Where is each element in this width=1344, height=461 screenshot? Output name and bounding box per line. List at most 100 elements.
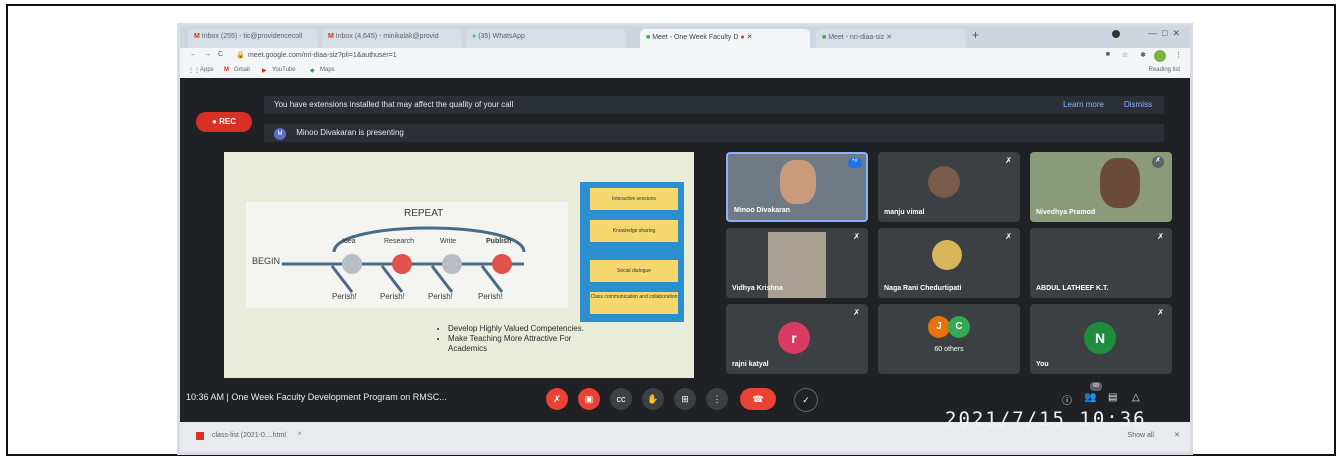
gmail-icon: M xyxy=(224,67,229,73)
participant-tile[interactable]: ✗ Naga Rani Chedurtipati xyxy=(878,228,1020,298)
card-knowledge: Knowledge sharing xyxy=(590,220,678,242)
profile-icon[interactable] xyxy=(1112,30,1120,38)
captions-button[interactable]: cc xyxy=(610,388,632,410)
participant-avatar: J xyxy=(928,316,950,338)
info-icon[interactable]: ⓘ xyxy=(1062,392,1072,407)
whatsapp-icon: ● xyxy=(472,33,477,40)
browser-tab-strip: M Inbox (255) - tic@providencecoll M Inb… xyxy=(180,26,1190,48)
presenting-text: Minoo Divakaran is presenting xyxy=(296,128,404,137)
raise-hand-button[interactable]: ✋ xyxy=(642,388,664,410)
new-tab-button[interactable]: + xyxy=(972,28,979,42)
extensions-icon[interactable]: ✱ xyxy=(1140,51,1146,59)
close-icon[interactable]: ✕ xyxy=(1174,431,1180,439)
step-idea: Idea xyxy=(342,238,356,245)
gmail-icon: M xyxy=(194,33,200,40)
participant-name: You xyxy=(1036,361,1049,368)
hand-icon: ✋ xyxy=(647,394,659,404)
participant-tile[interactable]: ✗ ABDUL LATHEEF K.T. xyxy=(1030,228,1172,298)
people-icon: 👥 xyxy=(1084,392,1097,403)
tab-meet-active[interactable]: ■ Meet - One Week Faculty D ● ✕ xyxy=(640,29,810,48)
tab-label: Meet - nri-diaa-siz xyxy=(828,34,885,41)
close-tab-icon[interactable]: ✕ xyxy=(747,34,753,41)
camera-icon[interactable]: ■ xyxy=(1106,51,1110,58)
participant-name: Vidhya Krishna xyxy=(732,285,783,292)
people-button[interactable]: 👥 xyxy=(1084,392,1096,403)
tab-gmail-inbox-2[interactable]: M Inbox (4,645) - minikalak@provid xyxy=(322,29,462,48)
activities-button[interactable]: ✓ xyxy=(794,388,818,412)
leave-call-button[interactable]: ☎ xyxy=(740,388,776,410)
participant-tile[interactable]: •ıı Minoo Divakaran xyxy=(726,152,868,222)
close-tab-icon[interactable]: ✕ xyxy=(886,34,892,41)
bullet-item: Develop Highly Valued Competencies. xyxy=(448,324,598,334)
reload-icon[interactable]: C xyxy=(218,51,223,58)
present-button[interactable]: ⊞ xyxy=(674,388,696,410)
presenting-banner: M Minoo Divakaran is presenting xyxy=(264,124,1164,142)
mic-off-icon: ✗ xyxy=(1157,308,1164,317)
bookmark-apps[interactable]: Apps xyxy=(200,67,214,73)
participant-name: Minoo Divakaran xyxy=(734,207,791,214)
photo-timestamp: 2021/7/15 10:36 xyxy=(945,408,1147,430)
hang-up-icon: ☎ xyxy=(752,394,764,404)
rec-label: REC xyxy=(219,117,236,126)
participant-tile[interactable]: r ✗ rajni katyal xyxy=(726,304,868,374)
meet-icon: ■ xyxy=(646,34,651,41)
url-field[interactable]: meet.google.com/nri-diaa-siz?pli=1&authu… xyxy=(248,52,397,59)
participant-count-badge: 69 xyxy=(1090,382,1102,391)
mic-off-icon: ✗ xyxy=(1005,156,1012,165)
tab-gmail-inbox-1[interactable]: M Inbox (255) - tic@providencecoll xyxy=(188,29,318,48)
download-item[interactable]: class-list (2021-0....html xyxy=(212,432,286,439)
learn-more-link[interactable]: Learn more xyxy=(1063,96,1104,114)
account-avatar[interactable] xyxy=(1154,50,1166,62)
participant-name: rajni katyal xyxy=(732,361,769,368)
tab-label: Inbox (255) - tic@providencecoll xyxy=(201,33,303,40)
banner-text: You have extensions installed that may a… xyxy=(274,100,514,109)
mic-off-icon: ✗ xyxy=(1005,232,1012,241)
camera-toggle-button[interactable]: ▣ xyxy=(578,388,600,410)
participant-avatar: r xyxy=(778,322,810,354)
participant-name: ABDUL LATHEEF K.T. xyxy=(1036,285,1109,292)
participant-tile[interactable]: ✗ Vidhya Krishna xyxy=(726,228,868,298)
window-controls[interactable]: — □ ✕ xyxy=(1148,28,1180,39)
participant-avatar: N xyxy=(1084,322,1116,354)
bookmark-youtube[interactable]: YouTube xyxy=(272,67,296,73)
chat-icon[interactable]: ▤ xyxy=(1108,392,1117,403)
dismiss-button[interactable]: Dismiss xyxy=(1124,96,1152,114)
tab-meet-2[interactable]: ■ Meet - nri-diaa-siz ✕ xyxy=(816,29,966,48)
card-interactive: Interactive sessions xyxy=(590,188,678,210)
participant-tile[interactable]: ✗ Nivedhya Pramod xyxy=(1030,152,1172,222)
back-icon[interactable]: ← xyxy=(190,51,197,58)
self-tile[interactable]: N ✗ You xyxy=(1030,304,1172,374)
chevron-up-icon[interactable]: ^ xyxy=(298,432,301,439)
monitor-photo: M Inbox (255) - tic@providencecoll M Inb… xyxy=(180,26,1190,452)
mic-off-icon: ✗ xyxy=(853,308,860,317)
more-options-button[interactable]: ⋮ xyxy=(706,388,728,410)
recording-dot-icon: ● xyxy=(740,34,745,41)
presentation-slide: REPEAT BEGIN Idea Research Write Publish… xyxy=(224,152,694,378)
participant-avatar xyxy=(928,166,960,198)
extensions-banner: You have extensions installed that may a… xyxy=(264,96,1164,114)
reading-list[interactable]: Reading list xyxy=(1149,67,1180,73)
others-tile[interactable]: J C 60 others xyxy=(878,304,1020,374)
show-all-button[interactable]: Show all xyxy=(1128,432,1154,439)
meeting-title[interactable]: One Week Faculty Development Program on … xyxy=(231,392,446,402)
mic-off-icon: ✗ xyxy=(1152,156,1164,168)
perish-2: Perish! xyxy=(380,292,405,301)
participant-tile[interactable]: ✗ manju vimal xyxy=(878,152,1020,222)
forward-icon[interactable]: → xyxy=(204,51,211,58)
record-dot-icon: ● xyxy=(212,117,217,126)
tab-whatsapp[interactable]: ● (35) WhatsApp xyxy=(466,29,626,48)
mic-off-icon: ✗ xyxy=(553,394,561,404)
bookmark-maps[interactable]: Maps xyxy=(320,67,335,73)
rec-badge: ● REC xyxy=(196,112,252,132)
mic-off-icon: ✗ xyxy=(853,232,860,241)
begin-label: BEGIN xyxy=(252,256,281,266)
activities-icon[interactable]: △ xyxy=(1132,392,1140,403)
bookmark-gmail[interactable]: Gmail xyxy=(234,67,250,73)
slide-bullets: Develop Highly Valued Competencies. Make… xyxy=(434,324,598,354)
address-bar: ← → C 🔒 meet.google.com/nri-diaa-siz?pli… xyxy=(180,48,1190,64)
participant-name: manju vimal xyxy=(884,209,925,216)
star-icon[interactable]: ☆ xyxy=(1122,51,1128,59)
perish-1: Perish! xyxy=(332,292,357,301)
mic-toggle-button[interactable]: ✗ xyxy=(546,388,568,410)
menu-icon[interactable]: ⋮ xyxy=(1175,51,1182,59)
